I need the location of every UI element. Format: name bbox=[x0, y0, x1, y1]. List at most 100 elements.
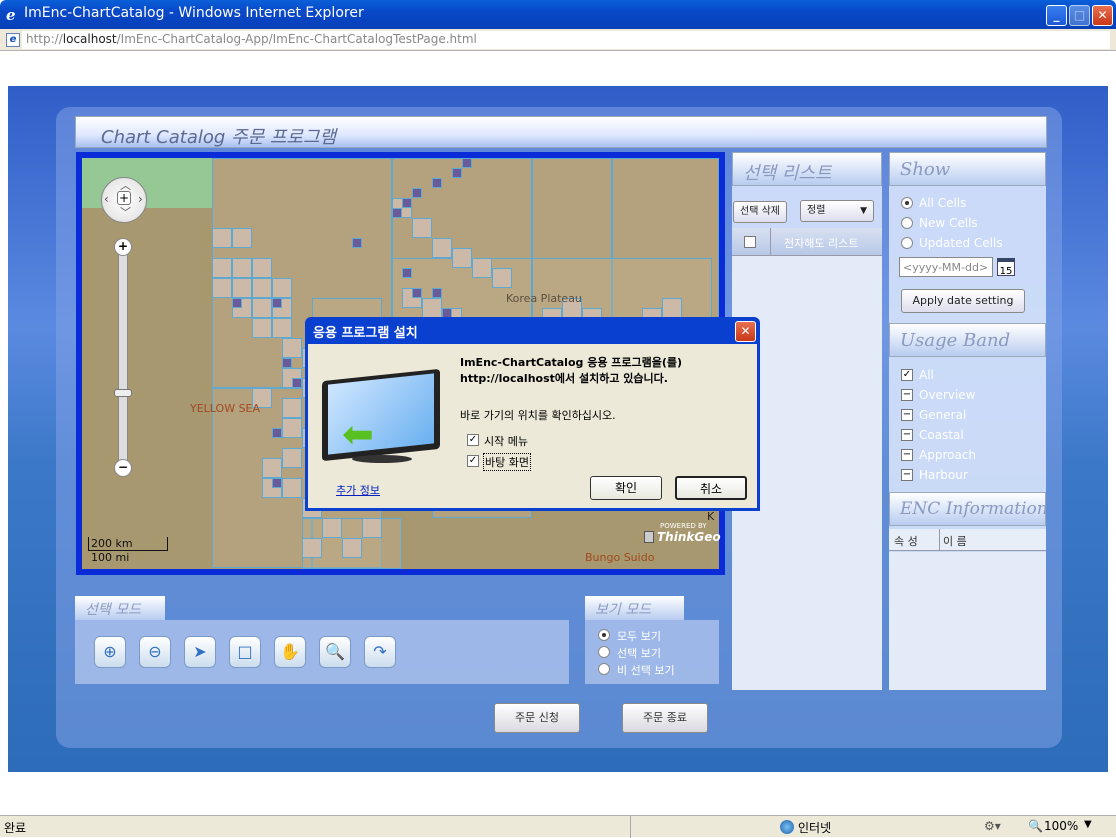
select-mode-title: 선택 모드 bbox=[85, 602, 141, 618]
chart-cell bbox=[362, 518, 382, 538]
url-host: localhost bbox=[62, 32, 117, 46]
calendar-icon[interactable]: 15 bbox=[997, 258, 1015, 277]
select-all-checkbox[interactable] bbox=[744, 236, 756, 248]
usage-general-checkbox[interactable]: − bbox=[901, 409, 913, 421]
pan-tool-icon[interactable]: ✋ bbox=[274, 636, 306, 668]
selected-chart-cell bbox=[452, 168, 462, 178]
minimize-button[interactable]: _ bbox=[1046, 5, 1067, 26]
chart-cell bbox=[282, 448, 302, 468]
view-unselected-radio[interactable] bbox=[598, 663, 610, 675]
zoom-slider-thumb[interactable] bbox=[114, 389, 132, 397]
zoom-in-icon[interactable]: + bbox=[114, 238, 132, 256]
pan-left-icon[interactable]: ‹ bbox=[104, 192, 109, 206]
zone-text: 인터넷 bbox=[798, 821, 832, 835]
sort-label: 정렬 bbox=[807, 205, 826, 216]
view-mode-title: 보기 모드 bbox=[595, 602, 651, 618]
pan-right-icon[interactable]: › bbox=[138, 192, 143, 206]
chart-cell bbox=[472, 258, 492, 278]
zoom-in-tool-icon[interactable]: ⊕ bbox=[94, 636, 126, 668]
view-all-label: 모두 보기 bbox=[617, 630, 661, 643]
usage-overview-label: Overview bbox=[919, 388, 976, 402]
pointer-tool-icon[interactable]: ➤ bbox=[184, 636, 216, 668]
selection-column-header: 전자해도 리스트 bbox=[732, 228, 882, 256]
rectangle-select-icon[interactable]: □ bbox=[229, 636, 261, 668]
selected-chart-cell bbox=[402, 198, 412, 208]
map-label-yellow-sea: YELLOW SEA bbox=[190, 402, 261, 415]
chevron-down-icon: ▼ bbox=[860, 206, 867, 216]
zoom-dropdown-icon[interactable]: ▼ bbox=[1084, 819, 1092, 830]
window-titlebar: e ImEnc-ChartCatalog - Windows Internet … bbox=[0, 0, 1116, 29]
monitor-icon: ⬅ bbox=[322, 368, 444, 465]
new-cells-radio[interactable] bbox=[901, 217, 913, 229]
selected-chart-cell bbox=[272, 478, 282, 488]
date-input[interactable]: <yyyy-MM-dd> bbox=[899, 257, 993, 277]
desktop-checkbox[interactable]: ✓ bbox=[467, 455, 479, 467]
selected-chart-cell bbox=[282, 358, 292, 368]
arrow-left-icon: ⬅ bbox=[342, 412, 374, 456]
maximize-button[interactable]: □ bbox=[1069, 5, 1090, 26]
zoom-level[interactable]: 100% bbox=[1044, 819, 1078, 833]
powered-by: POWERED BY bbox=[660, 522, 707, 530]
selected-chart-cell bbox=[432, 178, 442, 188]
start-menu-checkbox[interactable]: ✓ bbox=[467, 434, 479, 446]
chart-cell bbox=[252, 278, 272, 298]
magnifier-icon[interactable]: 🔍 bbox=[319, 636, 351, 668]
close-button[interactable]: ✕ bbox=[1092, 5, 1113, 26]
scale-km: 200 km bbox=[91, 537, 133, 550]
pan-center-icon[interactable]: + bbox=[117, 191, 131, 205]
zoom-slider-track[interactable] bbox=[118, 240, 128, 476]
chart-cell bbox=[412, 218, 432, 238]
chart-cell bbox=[262, 458, 282, 478]
more-info-link[interactable]: 추가 정보 bbox=[336, 482, 380, 498]
usage-coastal-checkbox[interactable]: − bbox=[901, 429, 913, 441]
selected-chart-cell bbox=[232, 298, 242, 308]
ie-logo-icon: e bbox=[6, 6, 16, 24]
pan-control[interactable]: ︿ ‹ › ﹀ + bbox=[101, 177, 147, 223]
chart-cell bbox=[432, 238, 452, 258]
dialog-close-button[interactable]: ✕ bbox=[735, 321, 756, 342]
url-field[interactable]: http://localhost/ImEnc-ChartCatalog-App/… bbox=[22, 31, 1110, 49]
thinkgeo-icon bbox=[644, 531, 654, 543]
usage-header: Usage Band bbox=[889, 323, 1046, 357]
usage-overview-checkbox[interactable]: − bbox=[901, 389, 913, 401]
updated-cells-radio[interactable] bbox=[901, 237, 913, 249]
dialog-ok-button[interactable]: 확인 bbox=[590, 476, 662, 500]
dialog-cancel-button[interactable]: 취소 bbox=[675, 476, 747, 500]
delete-selected-button[interactable]: 선택 삭제 bbox=[733, 201, 787, 223]
scale-bar: 200 km 100 mi bbox=[88, 537, 170, 565]
sort-dropdown[interactable]: 정렬 ▼ bbox=[800, 200, 874, 222]
dialog-line2: http://localhost에서 설치하고 있습니다. bbox=[460, 372, 668, 385]
dialog-title: 응용 프로그램 설치 bbox=[313, 326, 418, 341]
chart-cell bbox=[422, 298, 442, 318]
usage-approach-checkbox[interactable]: − bbox=[901, 449, 913, 461]
usage-harbour-checkbox[interactable]: − bbox=[901, 469, 913, 481]
zoom-icon[interactable]: 🔍 bbox=[1028, 819, 1043, 833]
usage-approach-label: Approach bbox=[919, 448, 977, 462]
order-button[interactable]: 주문 신청 bbox=[494, 703, 580, 733]
start-menu-label: 시작 메뉴 bbox=[484, 435, 528, 448]
apply-date-button[interactable]: Apply date setting bbox=[901, 289, 1025, 313]
zoom-out-icon[interactable]: − bbox=[114, 459, 132, 477]
app-header: Chart Catalog 주문 프로그램 bbox=[75, 116, 1047, 148]
map-label-bungo: Bungo Suido bbox=[585, 551, 655, 564]
redo-icon[interactable]: ↷ bbox=[364, 636, 396, 668]
quit-order-button[interactable]: 주문 종료 bbox=[622, 703, 708, 733]
chart-cell bbox=[232, 228, 252, 248]
dialog-line1: ImEnc-ChartCatalog 응용 프로그램을(를) bbox=[460, 356, 683, 369]
chart-cell bbox=[232, 258, 252, 278]
chart-cell bbox=[212, 228, 232, 248]
chart-cell bbox=[252, 298, 272, 318]
chart-cell bbox=[492, 268, 512, 288]
selection-header: 선택 리스트 bbox=[732, 152, 882, 186]
pan-down-icon[interactable]: ﹀ bbox=[120, 204, 131, 220]
view-all-radio[interactable] bbox=[598, 629, 610, 641]
all-cells-radio[interactable] bbox=[901, 197, 913, 209]
status-text: 완료 bbox=[4, 821, 27, 835]
usage-all-checkbox[interactable]: ✓ bbox=[901, 369, 913, 381]
chart-cell bbox=[322, 518, 342, 538]
chart-cell bbox=[212, 278, 232, 298]
chart-cell bbox=[232, 278, 252, 298]
view-selected-radio[interactable] bbox=[598, 646, 610, 658]
zoom-out-tool-icon[interactable]: ⊖ bbox=[139, 636, 171, 668]
protected-mode-icon[interactable]: ⚙▾ bbox=[984, 819, 1001, 833]
